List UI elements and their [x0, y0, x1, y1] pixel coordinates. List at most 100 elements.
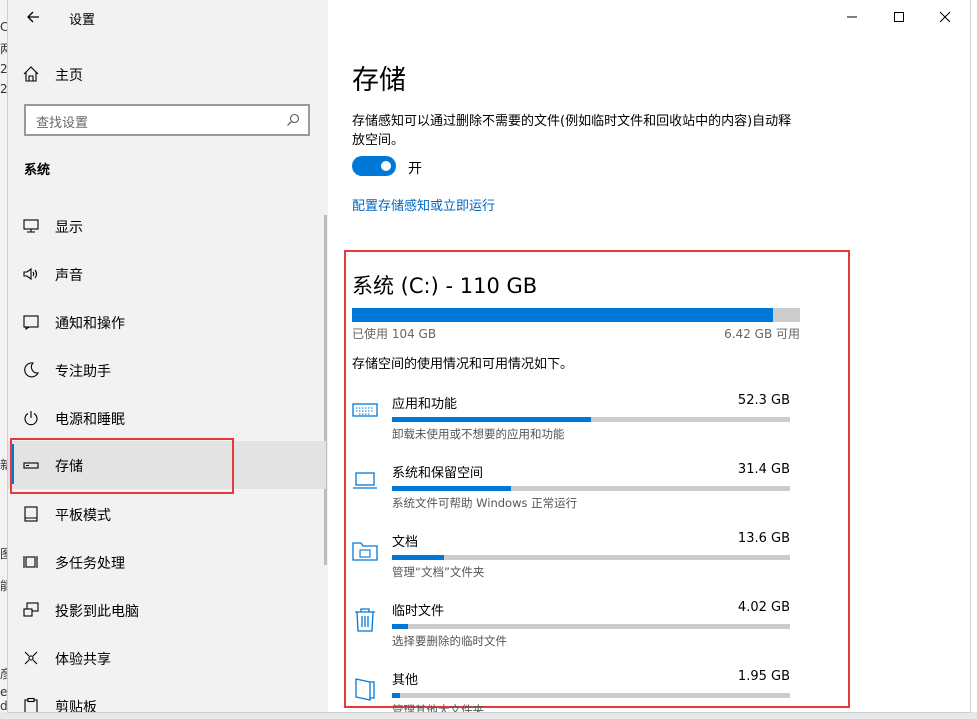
background-char: 两 [0, 42, 8, 56]
background-char: 2 [0, 82, 8, 96]
category-name: 临时文件 [392, 604, 445, 619]
window-title: 设置 [69, 13, 96, 28]
category-bar-fill [392, 555, 444, 560]
category-desc: 系统文件可帮助 Windows 正常运行 [392, 496, 578, 510]
background-char: 彦 [0, 667, 8, 681]
toggle-knob [381, 161, 391, 171]
drive-title: 系统 (C:) - 110 GB [352, 274, 538, 298]
close-button[interactable] [928, 6, 962, 28]
sidebar-item-label: 平板模式 [55, 508, 111, 524]
drive-free-label: 6.42 GB 可用 [724, 327, 800, 341]
search-placeholder: 查找设置 [36, 116, 89, 131]
multitask-icon [23, 556, 38, 568]
category-desc: 管理其他大文件夹 [392, 703, 484, 712]
sidebar-item-label: 电源和睡眠 [55, 412, 125, 428]
category-bar-fill [392, 693, 400, 698]
drive-usage-fill [352, 308, 774, 322]
category-name: 其他 [392, 673, 419, 688]
sidebar-item-power[interactable]: 电源和睡眠 [8, 394, 326, 442]
category-other[interactable]: 其他 1.95 GB 管理其他大文件夹 [352, 669, 792, 712]
sidebar-item-label: 显示 [55, 220, 83, 236]
category-bar [392, 693, 790, 698]
sidebar: 设置 主页 查找设置 系统 显示 声音 通知和操作 专注助手 电源和睡眠 存储 … [8, 0, 328, 712]
keyboard-icon [352, 403, 378, 417]
home-icon [23, 66, 39, 82]
background-char: 图 [0, 547, 8, 561]
minimize-icon [847, 16, 857, 18]
background-char: 新 [0, 458, 8, 472]
highlight-box-storage [10, 438, 234, 494]
sidebar-item-label: 专注助手 [55, 364, 111, 380]
category-system-reserved[interactable]: 系统和保留空间 31.4 GB 系统文件可帮助 Windows 正常运行 [352, 462, 792, 529]
maximize-button[interactable] [882, 6, 916, 28]
category-bar [392, 417, 790, 422]
maximize-icon [894, 12, 904, 22]
category-desc: 管理“文档”文件夹 [392, 565, 485, 579]
search-input[interactable]: 查找设置 [24, 104, 310, 136]
category-desc: 选择要删除的临时文件 [392, 634, 507, 648]
other-icon [355, 678, 375, 701]
close-icon [939, 11, 951, 23]
category-bar [392, 486, 790, 491]
storage-sense-toggle[interactable] [352, 156, 396, 176]
toggle-state-label: 开 [408, 161, 422, 177]
speaker-icon [23, 267, 38, 281]
category-desc: 卸载未使用或不想要的应用和功能 [392, 427, 565, 441]
sidebar-item-notifications[interactable]: 通知和操作 [8, 298, 326, 346]
back-arrow-icon [27, 11, 39, 23]
notification-icon [23, 315, 39, 331]
category-size: 52.3 GB [737, 393, 790, 408]
configure-storage-sense-link[interactable]: 配置存储感知或立即运行 [352, 195, 495, 214]
folder-icon [352, 542, 378, 561]
power-icon [24, 411, 38, 426]
main-content: 存储 存储感知可以通过删除不需要的文件(例如临时文件和回收站中的内容)自动释放空… [328, 0, 970, 712]
storage-sense-description: 存储感知可以通过删除不需要的文件(例如临时文件和回收站中的内容)自动释放空间。 [352, 114, 792, 148]
category-size: 13.6 GB [737, 531, 790, 546]
category-size: 1.95 GB [737, 669, 790, 684]
category-apps[interactable]: 应用和功能 52.3 GB 卸载未使用或不想要的应用和功能 [352, 393, 792, 460]
drive-usage-bar [352, 308, 800, 322]
settings-window: 设置 主页 查找设置 系统 显示 声音 通知和操作 专注助手 电源和睡眠 存储 … [8, 0, 970, 712]
minimize-button[interactable] [835, 6, 869, 28]
sidebar-item-home[interactable]: 主页 [8, 50, 326, 98]
sidebar-item-sound[interactable]: 声音 [8, 250, 326, 298]
background-char: e [0, 685, 8, 699]
background-char: 能 [0, 579, 8, 593]
background-char: C [0, 20, 8, 34]
sidebar-item-label: 主页 [55, 68, 83, 84]
drive-used-label: 已使用 104 GB [352, 327, 437, 341]
sidebar-item-clipboard[interactable]: 剪贴板 [8, 682, 326, 712]
trash-icon [355, 608, 375, 632]
category-name: 应用和功能 [392, 397, 458, 412]
sidebar-item-focus-assist[interactable]: 专注助手 [8, 346, 326, 394]
monitor-icon [23, 219, 39, 233]
background-char: 2 [0, 62, 8, 76]
project-icon [23, 602, 39, 617]
back-button[interactable] [22, 6, 44, 28]
sidebar-item-label: 通知和操作 [55, 316, 125, 332]
sidebar-item-label: 投影到此电脑 [55, 604, 139, 620]
category-name: 系统和保留空间 [392, 466, 484, 481]
category-documents[interactable]: 文档 13.6 GB 管理“文档”文件夹 [352, 531, 792, 598]
section-title: 系统 [24, 163, 51, 178]
category-bar-fill [392, 624, 408, 629]
clipboard-icon [24, 697, 38, 712]
sidebar-item-label: 体验共享 [55, 652, 111, 668]
page-title: 存储 [352, 65, 406, 96]
category-name: 文档 [392, 535, 419, 550]
sidebar-item-multitasking[interactable]: 多任务处理 [8, 538, 326, 586]
category-bar-fill [392, 486, 512, 491]
background-window-strip: C 两 2 2 新 图 能 彦 e d [0, 0, 8, 719]
category-temp-files[interactable]: 临时文件 4.02 GB 选择要删除的临时文件 [352, 600, 792, 667]
share-icon [24, 651, 38, 665]
category-size: 4.02 GB [737, 600, 790, 615]
search-icon [287, 113, 300, 126]
moon-icon [24, 362, 39, 378]
sidebar-item-tablet-mode[interactable]: 平板模式 [8, 490, 326, 538]
tablet-icon [24, 506, 38, 522]
sidebar-item-display[interactable]: 显示 [8, 202, 326, 250]
sidebar-item-projecting[interactable]: 投影到此电脑 [8, 586, 326, 634]
category-size: 31.4 GB [737, 462, 790, 477]
sidebar-item-shared-experiences[interactable]: 体验共享 [8, 634, 326, 682]
sidebar-item-label: 声音 [55, 268, 83, 284]
